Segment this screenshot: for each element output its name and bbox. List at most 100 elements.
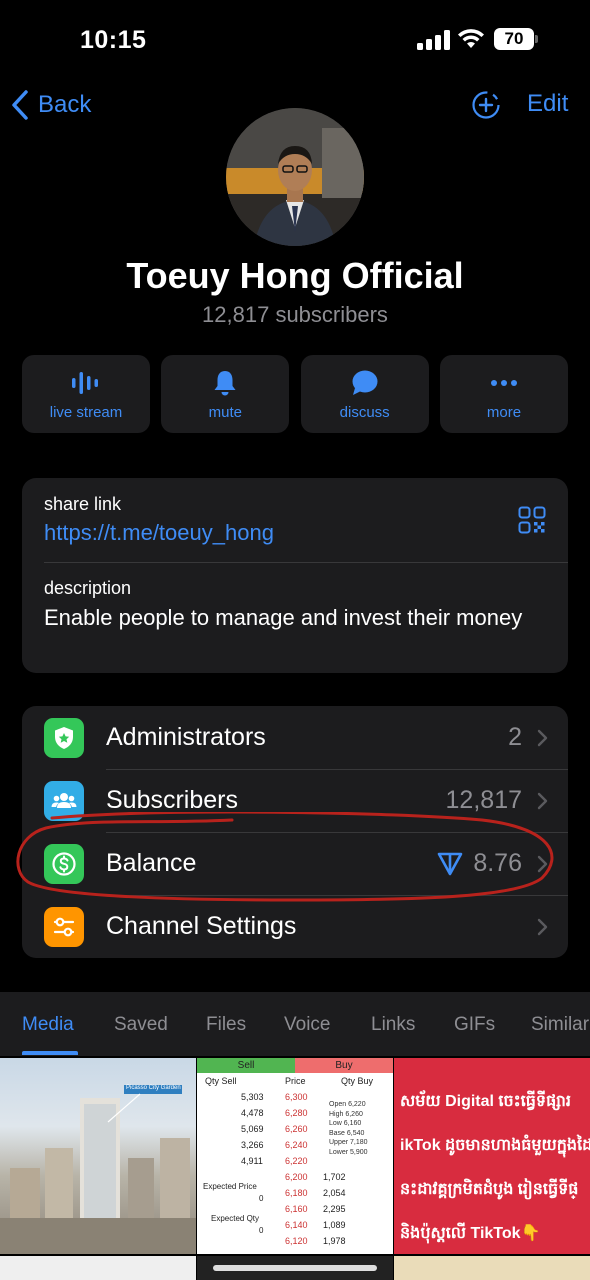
channel-avatar[interactable] (226, 108, 364, 246)
col-qty-buy: Qty Buy (341, 1076, 374, 1086)
channel-settings-list: Administrators 2 Subscribers 12,817 Bala… (22, 706, 568, 958)
balance-amount: 8.76 (473, 849, 522, 877)
col-price: Price (285, 1076, 306, 1086)
table-row: 4,911 6,220 (197, 1156, 393, 1172)
active-tab-indicator (22, 1051, 78, 1055)
qty-cell: 3,266 (241, 1140, 264, 1150)
discuss-button[interactable]: discuss (300, 355, 429, 433)
description-label: description (44, 578, 132, 598)
ton-coin-icon (437, 852, 463, 875)
avatar-photo (226, 108, 364, 246)
promo-line: និងប៉ុស្តលើ TikTok👇 (400, 1225, 541, 1242)
row-subscribers[interactable]: Subscribers 12,817 (22, 769, 568, 832)
qr-code-icon[interactable] (518, 506, 546, 534)
tab-files[interactable]: Files (206, 1014, 246, 1036)
price-cell: 6,240 (285, 1140, 308, 1150)
stat-open: Open 6,220 (329, 1101, 366, 1108)
dollar-icon (52, 851, 76, 876)
qty-cell: 1,978 (323, 1236, 346, 1246)
wifi-icon (458, 29, 484, 48)
info-divider (44, 562, 568, 563)
more-dots-icon (490, 379, 517, 386)
description-text: Enable people to manage and invest their… (44, 605, 523, 630)
media-thumbnail-beige[interactable] (394, 1256, 590, 1280)
balance-icon-badge (44, 843, 84, 884)
price-cell: 6,260 (285, 1124, 308, 1134)
city-caption: Picasso City Garden (126, 1085, 181, 1091)
stat-lower: Lower 5,900 (329, 1148, 368, 1156)
row-balance[interactable]: Balance 8.76 (22, 832, 568, 895)
battery-indicator: 70 (494, 28, 534, 50)
price-cell: 6,120 (285, 1236, 308, 1246)
tab-links[interactable]: Links (371, 1014, 415, 1036)
media-thumbnail-orderbook[interactable]: Sell Buy Qty Sell Price Qty Buy 5,303 6,3… (197, 1058, 393, 1254)
mute-label: mute (208, 403, 242, 421)
tab-voice[interactable]: Voice (284, 1014, 330, 1036)
media-thumbnail-tiktok-promo[interactable]: សម័យ Digital ចេះធ្វើទីផ្សារ ikTok ដូចមាន… (394, 1058, 590, 1254)
table-row: 6,160 2,295 (197, 1204, 393, 1220)
stat-low: Low 6,160 (329, 1120, 362, 1127)
administrators-count: 2 (508, 723, 522, 751)
table-row: 6,200 1,702 (197, 1172, 393, 1188)
row-channel-settings[interactable]: Channel Settings (22, 895, 568, 958)
media-thumbnail-city[interactable]: Picasso City Garden (0, 1058, 196, 1254)
tab-media[interactable]: Media (22, 1014, 74, 1036)
qty-cell: 2,295 (323, 1204, 346, 1214)
price-cell: 6,300 (285, 1092, 308, 1102)
battery-tip (535, 35, 538, 43)
people-icon (51, 792, 77, 808)
clock: 10:15 (80, 26, 147, 54)
qty-cell: 2,054 (323, 1188, 346, 1198)
price-cell: 6,220 (285, 1156, 308, 1166)
chevron-left-icon (12, 90, 28, 120)
table-row: 6,180 2,054 (197, 1188, 393, 1204)
action-buttons: live stream mute discuss more (22, 355, 568, 433)
add-story-icon[interactable] (471, 90, 501, 120)
stat-upper: Upper 7,180 (329, 1139, 368, 1146)
back-label: Back (38, 91, 92, 118)
more-button[interactable]: more (439, 355, 568, 433)
promo-line: សម័យ Digital ចេះធ្វើទីផ្សារ (400, 1093, 571, 1110)
back-button[interactable]: Back (10, 88, 91, 122)
tab-gifs[interactable]: GIFs (454, 1014, 495, 1036)
share-link-url[interactable]: https://t.me/toeuy_hong (44, 520, 274, 546)
status-bar: 10:15 70 (0, 0, 590, 80)
chevron-right-icon (537, 918, 548, 935)
orderbook-columns: Qty Sell Price Qty Buy (197, 1076, 393, 1092)
mute-button[interactable]: mute (161, 355, 290, 433)
table-row: 6,120 1,978 (197, 1236, 393, 1252)
administrators-icon-badge (44, 717, 84, 758)
chat-bubble-icon (352, 370, 378, 395)
stat-base: Base 6,540 (329, 1129, 365, 1137)
channel-settings-label: Channel Settings (106, 912, 297, 940)
tab-saved[interactable]: Saved (114, 1014, 168, 1036)
live-stream-label: live stream (49, 403, 123, 421)
subscribers-icon-badge (44, 780, 84, 821)
tab-similar[interactable]: Similar (531, 1014, 589, 1036)
price-cell: 6,180 (285, 1188, 308, 1198)
qty-cell: 1,702 (323, 1172, 346, 1182)
channel-settings-icon-badge (44, 906, 84, 947)
sliders-icon (53, 917, 75, 936)
subscriber-count: 12,817 subscribers (202, 302, 388, 327)
live-stream-button[interactable]: live stream (22, 355, 150, 433)
price-cell: 6,160 (285, 1204, 308, 1214)
home-indicator[interactable] (213, 1265, 377, 1271)
edit-button[interactable]: Edit (527, 90, 568, 118)
qty-cell: 1,089 (323, 1220, 346, 1230)
balance-label: Balance (106, 849, 197, 877)
buy-header: Buy (295, 1058, 393, 1073)
qty-cell: 5,303 (241, 1092, 264, 1102)
price-cell: 6,200 (285, 1172, 308, 1182)
channel-info-card: share link https://t.me/toeuy_hong descr… (22, 478, 568, 673)
cellular-signal-icon (417, 30, 450, 50)
table-row: 6,140 1,089 (197, 1220, 393, 1236)
qty-cell: 4,911 (241, 1156, 263, 1166)
row-administrators[interactable]: Administrators 2 (22, 706, 568, 769)
subscribers-label: Subscribers (106, 786, 238, 814)
orderbook-stats: Open 6,220 High 6,260 Low 6,160 Base 6,5… (329, 1100, 368, 1157)
shield-star-icon (55, 726, 73, 749)
chevron-right-icon (537, 792, 548, 809)
media-thumbnail-post[interactable] (0, 1256, 196, 1280)
chevron-right-icon (537, 855, 548, 872)
